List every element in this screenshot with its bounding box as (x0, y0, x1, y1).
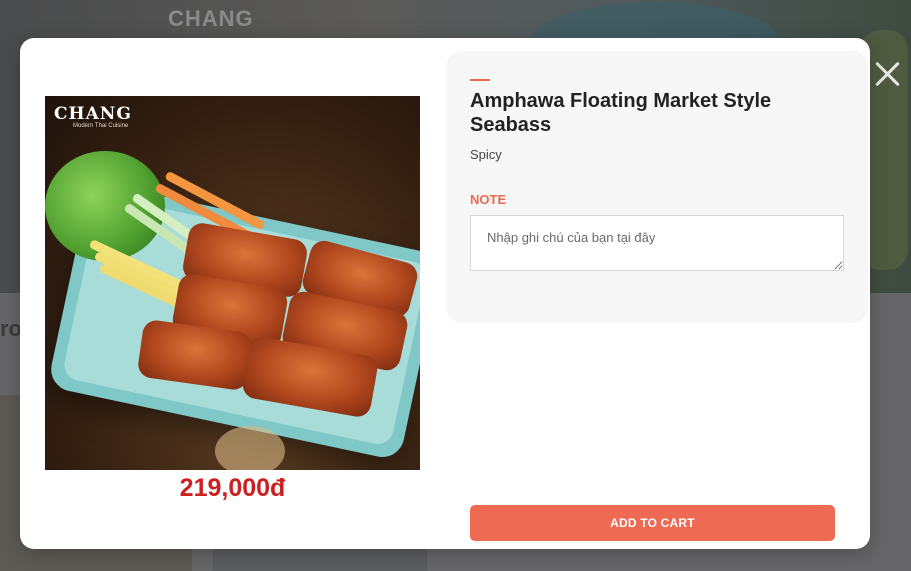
product-modal: CHANG Modern Thai Cuisine 219,000đ Ampha… (20, 38, 870, 549)
restaurant-logo: CHANG (54, 104, 132, 124)
section-heading-partial: ro (0, 316, 22, 341)
product-title: Amphawa Floating Market Style Seabass (470, 90, 772, 136)
background-logo: CHANG (168, 6, 254, 31)
note-input[interactable] (470, 215, 844, 271)
note-label: NOTE (470, 192, 507, 207)
product-image: CHANG Modern Thai Cuisine (45, 96, 420, 470)
product-price: 219,000đ (179, 474, 286, 502)
logo-subtitle: Modern Thai Cuisine (73, 123, 129, 129)
noodles-graphic (215, 426, 285, 470)
accent-divider (470, 79, 490, 81)
product-tag: Spicy (470, 147, 502, 162)
add-to-cart-button[interactable]: ADD TO CART (470, 505, 835, 541)
product-info-panel: Amphawa Floating Market Style Seabass Sp… (446, 51, 868, 323)
close-icon[interactable] (874, 60, 902, 88)
